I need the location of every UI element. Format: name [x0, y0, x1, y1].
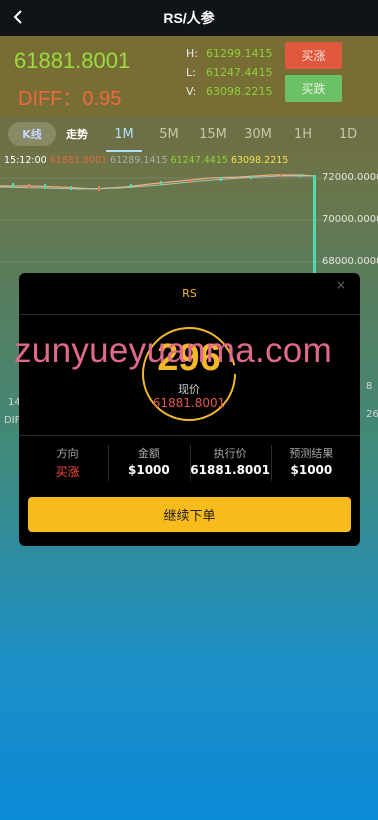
modal-divider: [19, 435, 360, 436]
tab-1m[interactable]: 1M: [106, 116, 142, 152]
modal-title: RS: [182, 287, 197, 300]
chart-high: 61289.1415: [110, 155, 168, 166]
y-tick-2: 70000.0000: [322, 214, 378, 225]
now-label: 现价: [178, 383, 200, 396]
high-value: 61299.1415: [206, 47, 273, 60]
low-value: 61247.4415: [206, 66, 273, 79]
low-key: L:: [186, 66, 196, 79]
tab-15m[interactable]: 15M: [195, 116, 231, 152]
info-direction: 方向 买涨: [27, 445, 108, 483]
buy-down-button[interactable]: 买跌: [285, 75, 342, 102]
now-price: 61881.8001: [152, 396, 226, 410]
info-amount: 金额 $1000: [108, 445, 189, 483]
chart-left-diff: DIF: [4, 415, 21, 426]
chart-info-line: 15:12:00 61881.8001 61289.1415 61247.441…: [4, 155, 288, 166]
tab-1d[interactable]: 1D: [330, 116, 366, 152]
tab-1h[interactable]: 1H: [285, 116, 321, 152]
current-price: 61881.8001: [14, 48, 131, 73]
direction-value: 买涨: [55, 465, 80, 479]
top-bar: RS/人参: [0, 0, 378, 36]
order-result-modal: RS × 296 现价 61881.8001 方向 买涨 金额 $1000 执行…: [19, 273, 360, 546]
info-exec-price: 执行价 61881.8001: [189, 445, 271, 483]
chart-time: 15:12:00: [4, 155, 47, 166]
direction-label: 方向: [56, 447, 79, 460]
buy-up-button[interactable]: 买涨: [285, 42, 342, 69]
diff-value: DIFF：0.95: [18, 88, 122, 110]
high-key: H:: [186, 47, 198, 60]
exec-price-value: 61881.8001: [190, 463, 270, 477]
amount-value: $1000: [128, 463, 170, 477]
price-panel: 61881.8001 DIFF：0.95 H: 61299.1415 L: 6124…: [0, 36, 378, 116]
forecast-label: 预测结果: [289, 447, 334, 460]
active-tab-underline: [106, 150, 142, 152]
tab-30m[interactable]: 30M: [240, 116, 276, 152]
hlv-stats: H: 61299.1415 L: 61247.4415 V: 63098.2215: [186, 44, 272, 101]
y-tick-1: 72000.0000: [322, 172, 378, 183]
tab-kline[interactable]: K线: [8, 122, 56, 146]
amount-label: 金额: [137, 447, 160, 460]
timeframe-tabs: K线 走势 1M 5M 15M 30M 1H 1D: [0, 116, 378, 152]
chart-open: 61881.8001: [49, 155, 108, 166]
watermark-text: zunyueyuanma.com: [14, 331, 333, 370]
chart-low: 61247.4415: [170, 155, 228, 166]
vol-value: 63098.2215: [206, 85, 273, 98]
chart-right-a: 26: [366, 409, 378, 420]
info-forecast: 预测结果 $1000: [270, 445, 352, 483]
tab-5m[interactable]: 5M: [151, 116, 187, 152]
forecast-value: $1000: [290, 463, 333, 477]
page-title: RS/人参: [163, 10, 215, 26]
chart-vol: 63098.2215: [230, 155, 289, 166]
exec-price-label: 执行价: [213, 447, 247, 460]
continue-order-button[interactable]: 继续下单: [28, 497, 351, 532]
y-tick-3: 68000.0000: [322, 256, 378, 267]
tab-trend[interactable]: 走势: [62, 116, 92, 152]
chart-right-b: 8: [366, 381, 373, 392]
back-icon[interactable]: [10, 8, 28, 26]
close-icon[interactable]: ×: [336, 279, 348, 291]
modal-header: RS ×: [19, 273, 360, 315]
order-info-grid: 方向 买涨 金额 $1000 执行价 61881.8001 预测结果 $1000: [27, 445, 352, 483]
vol-key: V:: [186, 85, 197, 98]
